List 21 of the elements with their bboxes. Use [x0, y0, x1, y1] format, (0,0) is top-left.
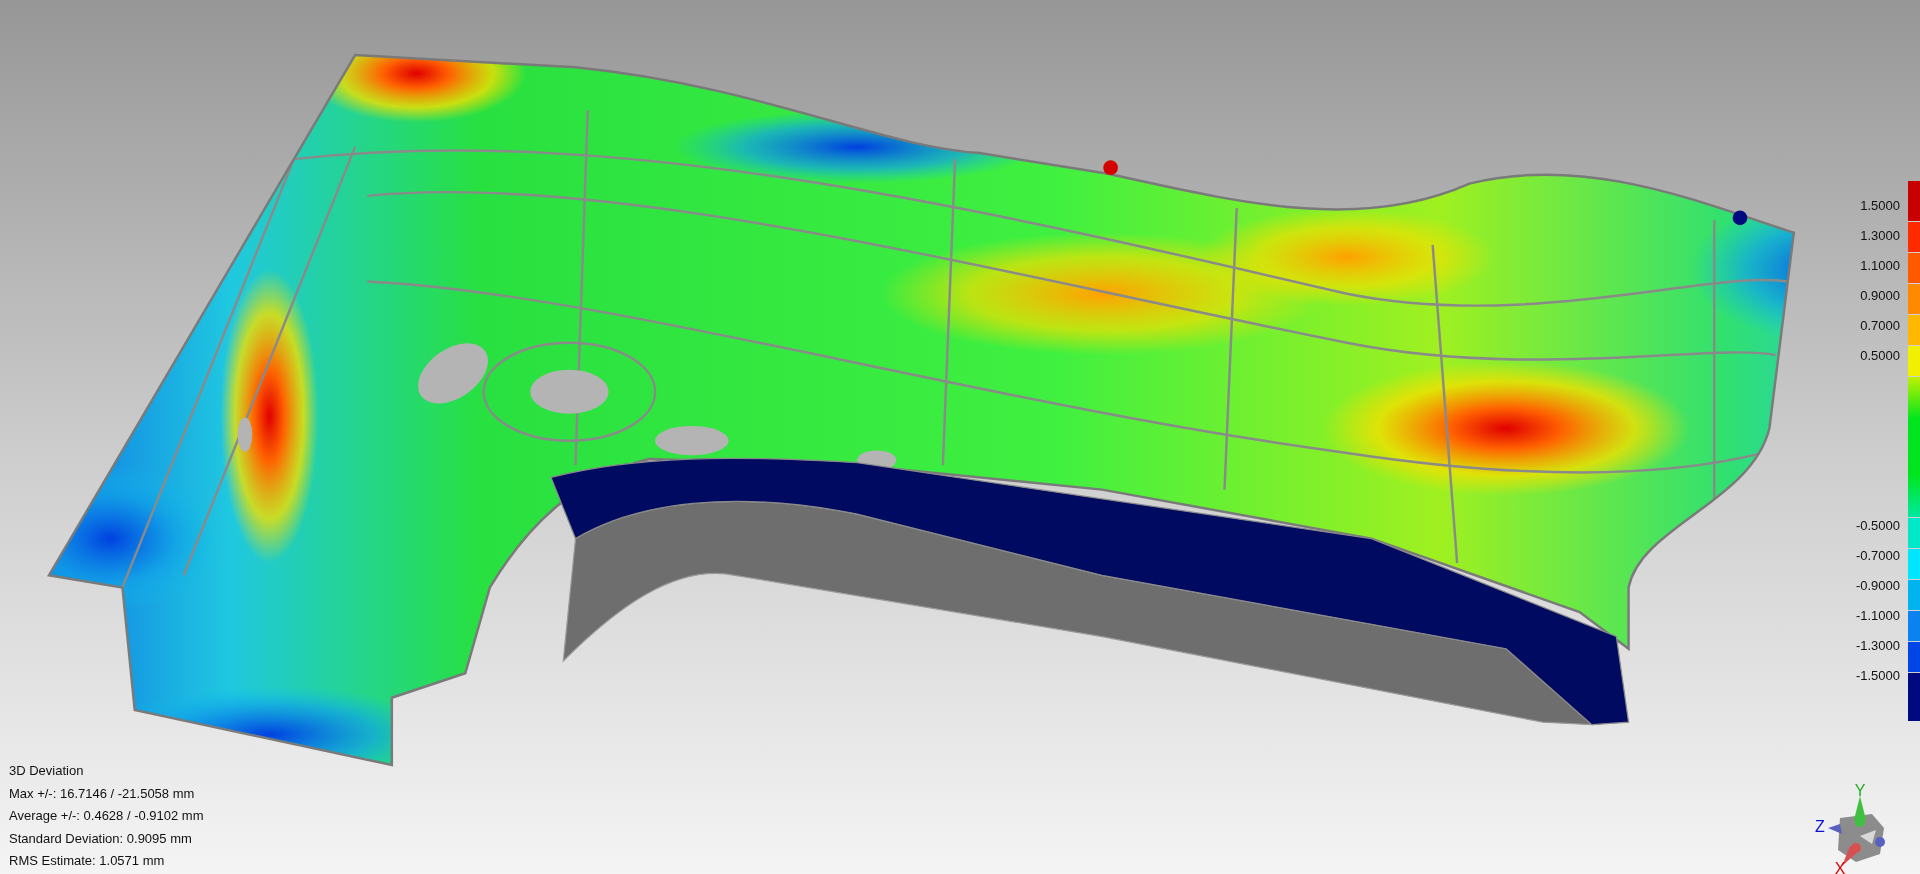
axis-label: X [1834, 860, 1846, 874]
scale-label: 1.5000 [1860, 197, 1900, 215]
scale-label: 1.1000 [1860, 257, 1900, 275]
statistics-text: Standard Deviation: 0.9095 mm [9, 829, 192, 848]
scale-label: -0.9000 [1855, 577, 1900, 595]
scale-label: 0.9000 [1860, 287, 1900, 305]
scale-label: 1.3000 [1860, 227, 1900, 245]
scale-label: -0.7000 [1855, 547, 1900, 565]
axis-label: Y [1854, 782, 1866, 799]
axis-label: Z [1815, 818, 1825, 835]
scale-label: -1.3000 [1855, 637, 1900, 655]
statistics-text: RMS Estimate: 1.0571 mm [9, 852, 165, 870]
scale-label: 0.5000 [1860, 347, 1900, 365]
statistics-text: Max +/-: 16.7146 / -21.5058 mm [9, 784, 195, 803]
scale-label: -1.5000 [1855, 667, 1900, 685]
3d-viewport[interactable] [0, 0, 1920, 874]
statistics-text: 3D Deviation [9, 762, 84, 780]
statistics-text: Average +/-: 0.4628 / -0.9102 mm [9, 807, 204, 825]
scale-label: 0.7000 [1860, 317, 1900, 335]
scale-label: -1.1000 [1855, 607, 1900, 625]
scale-label: -0.5000 [1855, 517, 1900, 535]
